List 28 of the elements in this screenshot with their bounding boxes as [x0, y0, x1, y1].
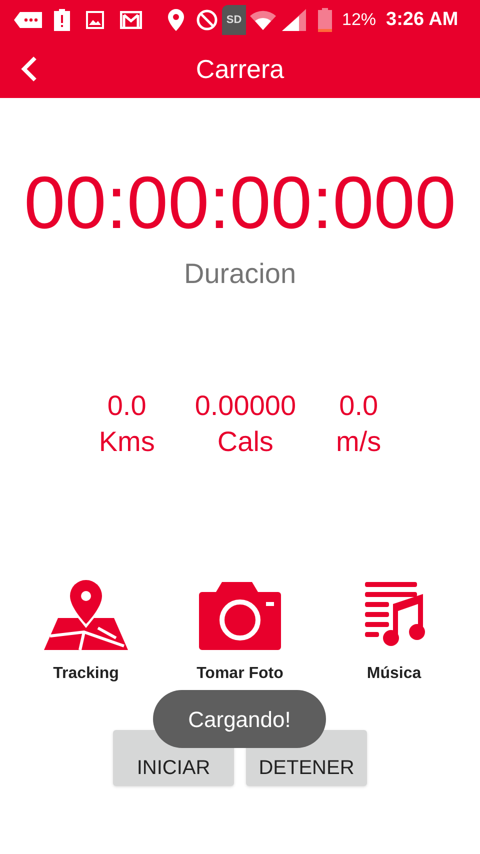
blocked-icon [196, 9, 218, 31]
clock: 3:26 AM [386, 8, 458, 32]
stat-value: 0.0 [339, 389, 378, 423]
location-icon [168, 9, 184, 31]
toast: Cargando! [153, 690, 326, 748]
camera-icon [198, 580, 282, 650]
screen-title: Carrera [196, 52, 284, 86]
signal-icon [282, 9, 306, 31]
battery-icon [318, 8, 332, 32]
sd-card-badge: SD [222, 5, 246, 35]
stat-value: 0.0 [107, 389, 146, 423]
map-pin-icon [44, 580, 128, 650]
message-icon [14, 12, 42, 28]
action-button[interactable]: Tomar Foto [185, 580, 295, 686]
alert-icon [54, 9, 70, 31]
mail-icon [120, 11, 142, 29]
battery-percent: 12% [342, 9, 376, 32]
action-button[interactable]: Tracking [31, 580, 141, 686]
stat-unit: m/s [336, 425, 382, 459]
action-button[interactable]: Música [339, 580, 449, 686]
duration-label: Duracion [184, 260, 296, 288]
stat-unit: Cals [217, 425, 274, 459]
wifi-icon [250, 10, 276, 30]
stat-unit: Kms [98, 425, 155, 459]
image-icon [86, 11, 104, 29]
timer-display: 00:00:00:000 [24, 166, 456, 240]
back-icon [20, 55, 38, 83]
stat-value: 0.00000 [194, 389, 296, 423]
